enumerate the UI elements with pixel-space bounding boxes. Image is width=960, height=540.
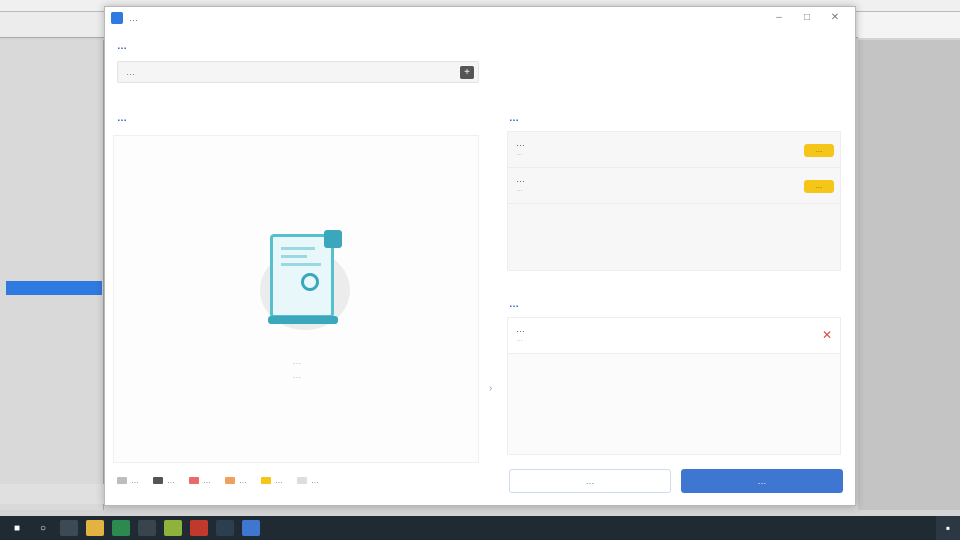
status-badge: … <box>804 180 834 193</box>
status-badge: … <box>804 144 834 157</box>
folder-icon[interactable] <box>86 520 104 536</box>
app-icon[interactable] <box>242 520 260 536</box>
add-icon[interactable]: + <box>460 66 474 79</box>
section-source-label: … <box>117 41 127 52</box>
selected-list: … … … … … … <box>507 131 841 271</box>
legend-item: … <box>225 476 247 485</box>
app-icon[interactable] <box>112 520 130 536</box>
section-targets-label: … <box>509 299 519 310</box>
section-selected-label: … <box>509 113 519 124</box>
close-icon[interactable]: ✕ <box>821 11 849 25</box>
background-sidebar <box>0 40 104 510</box>
task-view-icon[interactable] <box>60 520 78 536</box>
source-select[interactable]: … + <box>117 61 479 83</box>
search-icon[interactable]: ○ <box>34 520 52 536</box>
app-icon[interactable] <box>164 520 182 536</box>
status-legend: … … … … … … <box>117 473 479 487</box>
app-icon[interactable] <box>190 520 208 536</box>
chevron-right-icon[interactable]: › <box>489 383 492 394</box>
dialog-window: … – □ ✕ … … + … … … … … … … … … › … … … … <box>104 6 856 506</box>
app-icon[interactable] <box>216 520 234 536</box>
background-selected-row <box>6 281 102 295</box>
legend-item: … <box>261 476 283 485</box>
dialog-titlebar[interactable]: … – □ ✕ <box>105 7 855 29</box>
terminal-icon[interactable] <box>138 520 156 536</box>
dialog-title: … <box>129 13 138 23</box>
cancel-button[interactable]: … <box>509 469 671 493</box>
background-right-panel <box>858 40 960 510</box>
notification-icon[interactable]: ▪ <box>936 516 960 540</box>
confirm-button[interactable]: … <box>681 469 843 493</box>
legend-item: … <box>153 476 175 485</box>
remove-icon[interactable]: ✕ <box>822 328 832 342</box>
background-right-header <box>858 12 960 38</box>
taskbar: ■ ○ ▪ <box>0 516 960 540</box>
preview-drop-zone[interactable]: … … <box>113 135 479 463</box>
list-item[interactable]: … … … <box>508 132 840 168</box>
preview-hint-line2: … <box>292 370 302 380</box>
target-list: … … ✕ <box>507 317 841 455</box>
document-search-icon <box>250 230 360 330</box>
legend-item: … <box>297 476 319 485</box>
start-icon[interactable]: ■ <box>8 520 26 536</box>
preview-hint-line1: … <box>292 356 302 366</box>
background-status <box>0 484 104 504</box>
list-item[interactable]: … … … <box>508 168 840 204</box>
legend-item: … <box>117 476 139 485</box>
source-select-value: … <box>126 67 135 77</box>
section-preview-label: … <box>117 113 127 124</box>
minimize-icon[interactable]: – <box>765 11 793 25</box>
legend-item: … <box>189 476 211 485</box>
maximize-icon[interactable]: □ <box>793 11 821 25</box>
list-item[interactable]: … … ✕ <box>508 318 840 354</box>
app-icon <box>111 12 123 24</box>
